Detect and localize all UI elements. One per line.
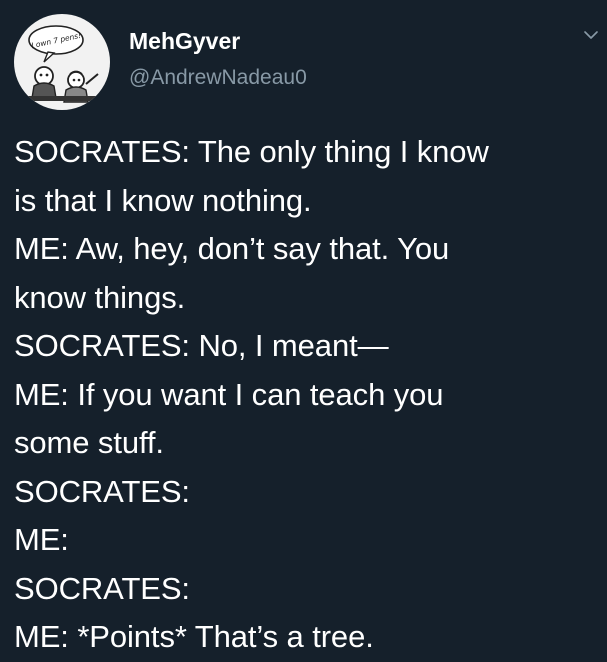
author-display-name[interactable]: MehGyver [129,28,240,55]
tweet-line: ME: *Points* That’s a tree. [14,619,374,654]
author-avatar[interactable]: I own 7 pens! [14,14,110,110]
chevron-down-icon [584,31,598,39]
author-handle[interactable]: @AndrewNadeau0 [129,66,307,90]
tweet-line: SOCRATES: [14,570,190,606]
tweet-line: SOCRATES: No, I meant— [14,328,389,363]
tweet-text: SOCRATES: The only thing I know is that … [14,128,600,662]
tweet-line: is that I know nothing. [14,182,312,218]
tweet-menu-button[interactable] [580,24,602,46]
tweet-line: SOCRATES: [14,473,190,509]
tweet-card: I own 7 pens! MehGyver @AndrewNadeau0 SO… [0,0,607,656]
tweet-line: ME: [14,522,69,557]
tweet-line: ME: Aw, hey, don’t say that. You [14,231,450,266]
tweet-line: SOCRATES: The only thing I know [14,134,489,169]
tweet-line: know things. [14,279,186,315]
tweet-line: some stuff. [14,425,164,460]
tweet-line: ME: If you want I can teach you [14,376,444,412]
comic-avatar-icon: I own 7 pens! [24,25,100,103]
